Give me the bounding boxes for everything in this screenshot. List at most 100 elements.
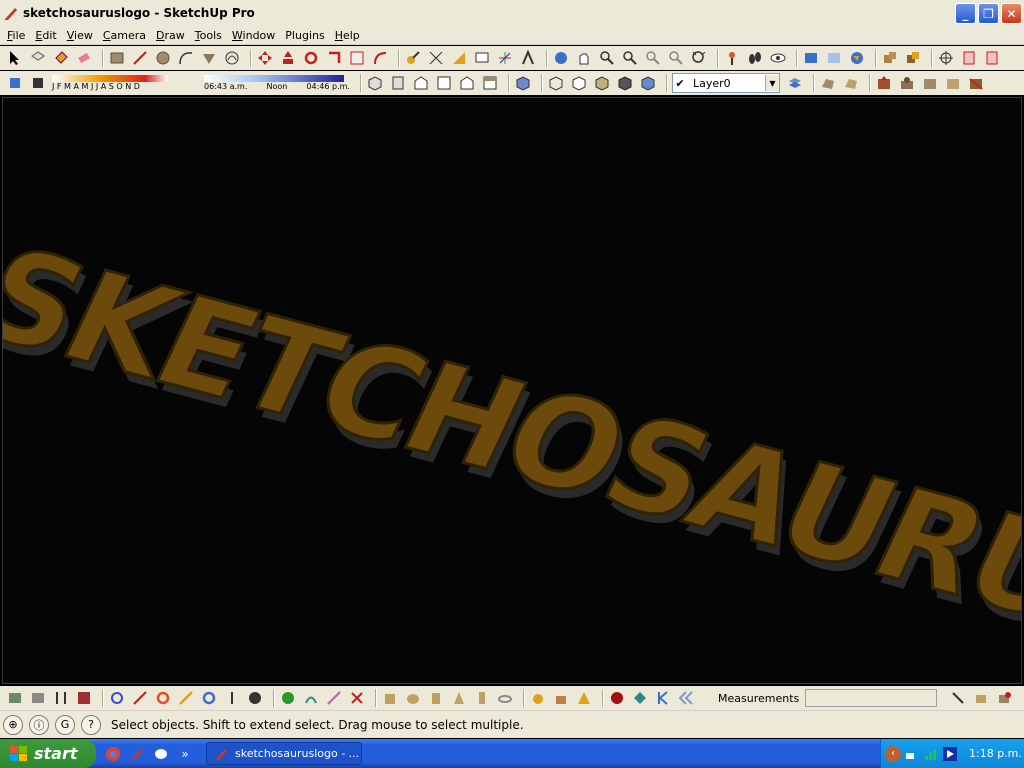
- iso-view-icon[interactable]: [366, 74, 384, 92]
- next-view-icon[interactable]: [667, 49, 685, 67]
- flip-along-icon[interactable]: [52, 689, 70, 707]
- axes-tool-icon[interactable]: [496, 49, 514, 67]
- zoom-tool-icon[interactable]: [598, 49, 616, 67]
- previous-view-icon[interactable]: [644, 49, 662, 67]
- help-question-icon[interactable]: ?: [81, 714, 101, 735]
- cylinder-shape-icon[interactable]: [427, 689, 445, 707]
- network-icon[interactable]: [904, 746, 920, 762]
- arc-tool-icon[interactable]: [177, 49, 195, 67]
- materials-icon[interactable]: [904, 49, 922, 67]
- protractor-icon[interactable]: [450, 49, 468, 67]
- signal-icon[interactable]: [923, 746, 939, 762]
- menu-tools[interactable]: Tools: [190, 29, 227, 42]
- dome-shape-icon[interactable]: [529, 689, 547, 707]
- section-cut-icon[interactable]: [983, 49, 1001, 67]
- follow-me-icon[interactable]: [325, 49, 343, 67]
- top-view-icon[interactable]: [389, 74, 407, 92]
- freehand-tool-icon[interactable]: [223, 49, 241, 67]
- cone-shape-icon[interactable]: [450, 689, 468, 707]
- menu-camera[interactable]: Camera: [98, 29, 151, 42]
- drape-icon[interactable]: [921, 74, 939, 92]
- back-view-icon[interactable]: [458, 74, 476, 92]
- flatten-icon[interactable]: [29, 689, 47, 707]
- spiral-icon[interactable]: [302, 689, 320, 707]
- get-models-icon[interactable]: [802, 49, 820, 67]
- shadow-time-bar[interactable]: [204, 75, 344, 82]
- menu-help[interactable]: Help: [330, 29, 365, 42]
- paint-bucket-icon[interactable]: [52, 49, 70, 67]
- gear-plugin-icon[interactable]: [154, 689, 172, 707]
- xray-icon[interactable]: [514, 74, 532, 92]
- shadow-date-slider[interactable]: J F M A M J J A S O N D: [52, 75, 198, 91]
- rotate-plugin-icon[interactable]: [108, 689, 126, 707]
- close-button[interactable]: ✕: [1001, 3, 1022, 24]
- draw-line-plugin-icon[interactable]: [131, 689, 149, 707]
- measurements-input[interactable]: [805, 689, 938, 707]
- smoove-icon[interactable]: [875, 74, 893, 92]
- layer-dropdown[interactable]: ✔ Layer0 ▼: [672, 73, 780, 93]
- messenger-icon[interactable]: [152, 745, 170, 763]
- add-detail-icon[interactable]: [944, 74, 962, 92]
- shaded-textures-icon[interactable]: [616, 74, 634, 92]
- zoom-window-icon[interactable]: [621, 49, 639, 67]
- menu-file[interactable]: File: [2, 29, 30, 42]
- delete-icon[interactable]: [348, 689, 366, 707]
- plugin-tool-icon[interactable]: [75, 689, 93, 707]
- menu-view[interactable]: View: [62, 29, 98, 42]
- 3d-text-icon[interactable]: [519, 49, 537, 67]
- pyramid-shape-icon[interactable]: [575, 689, 593, 707]
- minimize-button[interactable]: _: [955, 3, 976, 24]
- maximize-button[interactable]: ❐: [978, 3, 999, 24]
- shadow-date-bar[interactable]: [52, 75, 168, 82]
- hidden-line-icon[interactable]: [570, 74, 588, 92]
- sketchosaurus-model[interactable]: SKETCHOSAURUS SKETCHOSAURUS: [3, 98, 1022, 684]
- sketchup-app-icon[interactable]: [3, 5, 19, 21]
- menu-draw[interactable]: Draw: [151, 29, 190, 42]
- geo-location-icon[interactable]: ⊕: [3, 714, 23, 735]
- taskbar-window-button[interactable]: sketchosauruslogo - ...: [206, 742, 362, 765]
- layer-manager-icon[interactable]: [786, 74, 804, 92]
- model-viewport[interactable]: SKETCHOSAURUS SKETCHOSAURUS: [2, 97, 1022, 684]
- rectangle-tool-icon[interactable]: [108, 49, 126, 67]
- tool-a-icon[interactable]: [949, 689, 967, 707]
- tray-expand-icon[interactable]: ‹: [885, 745, 901, 762]
- shadow-settings-icon[interactable]: [6, 74, 24, 92]
- chrome-icon[interactable]: [104, 745, 122, 763]
- walk-tool-icon[interactable]: [746, 49, 764, 67]
- media-player-icon[interactable]: [942, 746, 958, 762]
- front-view-icon[interactable]: [412, 74, 430, 92]
- zoom-extents-icon[interactable]: [690, 49, 708, 67]
- shadow-time-slider[interactable]: 06:43 a.m. Noon 04:46 p.m.: [204, 75, 350, 91]
- make-component-icon[interactable]: [29, 49, 47, 67]
- tool-c-icon[interactable]: [995, 689, 1013, 707]
- line-tool-icon[interactable]: [131, 49, 149, 67]
- polygon-tool-icon[interactable]: [200, 49, 218, 67]
- orbit-tool-icon[interactable]: [552, 49, 570, 67]
- rotate-tool-icon[interactable]: [302, 49, 320, 67]
- sandbox-from-contours-icon[interactable]: [6, 689, 24, 707]
- position-camera-icon[interactable]: [723, 49, 741, 67]
- menu-plugins[interactable]: Plugins: [280, 29, 329, 42]
- tube-shape-icon[interactable]: [473, 689, 491, 707]
- torus-shape-icon[interactable]: [496, 689, 514, 707]
- wireframe-icon[interactable]: [547, 74, 565, 92]
- start-button[interactable]: start: [0, 739, 96, 768]
- rewind-icon[interactable]: [677, 689, 695, 707]
- sphere-shape-icon[interactable]: [404, 689, 422, 707]
- select-tool-icon[interactable]: [6, 49, 24, 67]
- shaded-icon[interactable]: [593, 74, 611, 92]
- look-around-icon[interactable]: [769, 49, 787, 67]
- flip-edge-icon[interactable]: [967, 74, 985, 92]
- tag-icon[interactable]: [631, 689, 649, 707]
- pencil-plugin-icon[interactable]: [177, 689, 195, 707]
- right-view-icon[interactable]: [435, 74, 453, 92]
- offset-tool-icon[interactable]: [371, 49, 389, 67]
- text-tool-icon[interactable]: [473, 49, 491, 67]
- share-model-icon[interactable]: [825, 49, 843, 67]
- credits-icon[interactable]: ⓘ: [29, 714, 49, 735]
- eraser-icon[interactable]: [75, 49, 93, 67]
- left-view-icon[interactable]: [481, 74, 499, 92]
- section-display-icon[interactable]: [960, 49, 978, 67]
- circle-tool-icon[interactable]: [154, 49, 172, 67]
- move-tool-icon[interactable]: [256, 49, 274, 67]
